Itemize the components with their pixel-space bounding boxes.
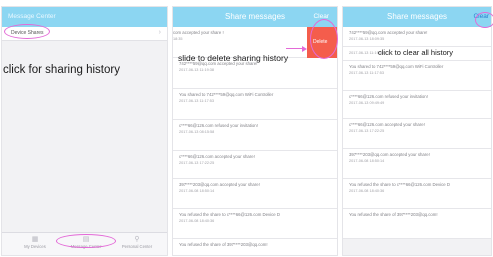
message-time: 2017-06-13 11:17:53	[179, 99, 214, 103]
list-item[interactable]: 397****203@qq.com accepted your share! 20…	[343, 149, 491, 179]
message-time: 2017-06-13 17:22:25	[179, 161, 215, 165]
header-title: Message Center	[8, 13, 56, 20]
share-message-list: 742****59@qq.com accepted your share! 201…	[343, 27, 491, 239]
message-time: 2017-06-13 17:22:25	[349, 129, 385, 133]
list-item[interactable]: c****66@126.com accepted your share! 2017…	[343, 119, 491, 149]
message-center-screen: Message Center Device Shares › ▦ My Devi…	[1, 6, 168, 256]
list-item[interactable]: c****66@126.com refused your invitation!…	[173, 120, 337, 151]
message-time: 2017-06-13 11:17:53	[349, 71, 384, 75]
message-time: 2017-06-13 18:09:35	[349, 37, 385, 41]
header-bar: Share messages Clear	[173, 7, 337, 27]
share-messages-screen-clear: Share messages Clear 742****59@qq.com ac…	[342, 6, 492, 256]
tab-label: My Devices	[24, 244, 46, 249]
swipe-arrow-line	[286, 48, 302, 50]
message-time: 2017-06-13 09:49:49	[349, 101, 385, 105]
highlight-oval-message-center-tab	[56, 234, 116, 248]
devices-icon: ▦	[31, 236, 39, 243]
arrow-right-icon	[302, 45, 307, 52]
list-item[interactable]: c****66@126.com accepted your share! 2017…	[173, 151, 337, 179]
person-icon: ⚲	[134, 236, 140, 243]
caption-slide-to-delete: slide to delete sharing history	[178, 53, 289, 63]
list-item[interactable]: You refused the share of 397****203@qq.c…	[343, 209, 491, 239]
message-time: 2017-06-08 18:50:14	[349, 159, 385, 163]
list-item[interactable]: 397****203@qq.com accepted your share! 20…	[173, 179, 337, 209]
tab-my-devices[interactable]: ▦ My Devices	[10, 235, 60, 249]
list-item[interactable]: c****66@126.com refused your invitation!…	[343, 91, 491, 119]
header-title: Share messages	[224, 12, 286, 21]
list-item[interactable]: 742****59@qq.com accepted your share! 201…	[343, 27, 491, 47]
message-text: You refused the share of 397****203@qq.c…	[349, 212, 438, 217]
list-item[interactable]: You refused the share to c****66@126.com…	[343, 179, 491, 209]
highlight-oval-clear	[475, 12, 493, 28]
highlight-oval-delete	[310, 19, 338, 59]
message-time: 2017-06-08 18:50:14	[179, 189, 215, 193]
list-item[interactable]: You refused the share to c****66@126.com…	[173, 209, 337, 239]
caption-sharing-history: click for sharing history	[3, 64, 120, 76]
list-item[interactable]: You shared to 742****59@qq.com WiFi Cont…	[343, 61, 491, 91]
list-item[interactable]: You shared to 742****59@qq.com WiFi Cont…	[173, 89, 337, 120]
message-time: 2017-06-08 18:40:36	[349, 189, 385, 193]
tab-label: Personal Center	[121, 244, 153, 249]
share-message-list: 742****59@qq.com accepted your share! 201…	[173, 58, 337, 255]
header-bar: Share messages Clear	[343, 7, 491, 27]
message-text: You refused the share of 397****203@qq.c…	[179, 242, 268, 247]
message-time: 2017-06-13 08:15:58	[179, 130, 215, 134]
tab-personal-center[interactable]: ⚲ Personal Center	[112, 235, 162, 249]
chevron-right-icon: ›	[158, 29, 161, 36]
header-title: Share messages	[386, 12, 448, 21]
message-time: 2017-06-13 11:19:38	[179, 68, 214, 72]
caption-clear-all: click to clear all history	[378, 48, 454, 57]
list-item[interactable]: You refused the share of 397****203@qq.c…	[173, 239, 337, 255]
message-time: 2017-06-08 18:40:36	[179, 219, 215, 223]
highlight-oval-device-shares	[4, 24, 50, 39]
